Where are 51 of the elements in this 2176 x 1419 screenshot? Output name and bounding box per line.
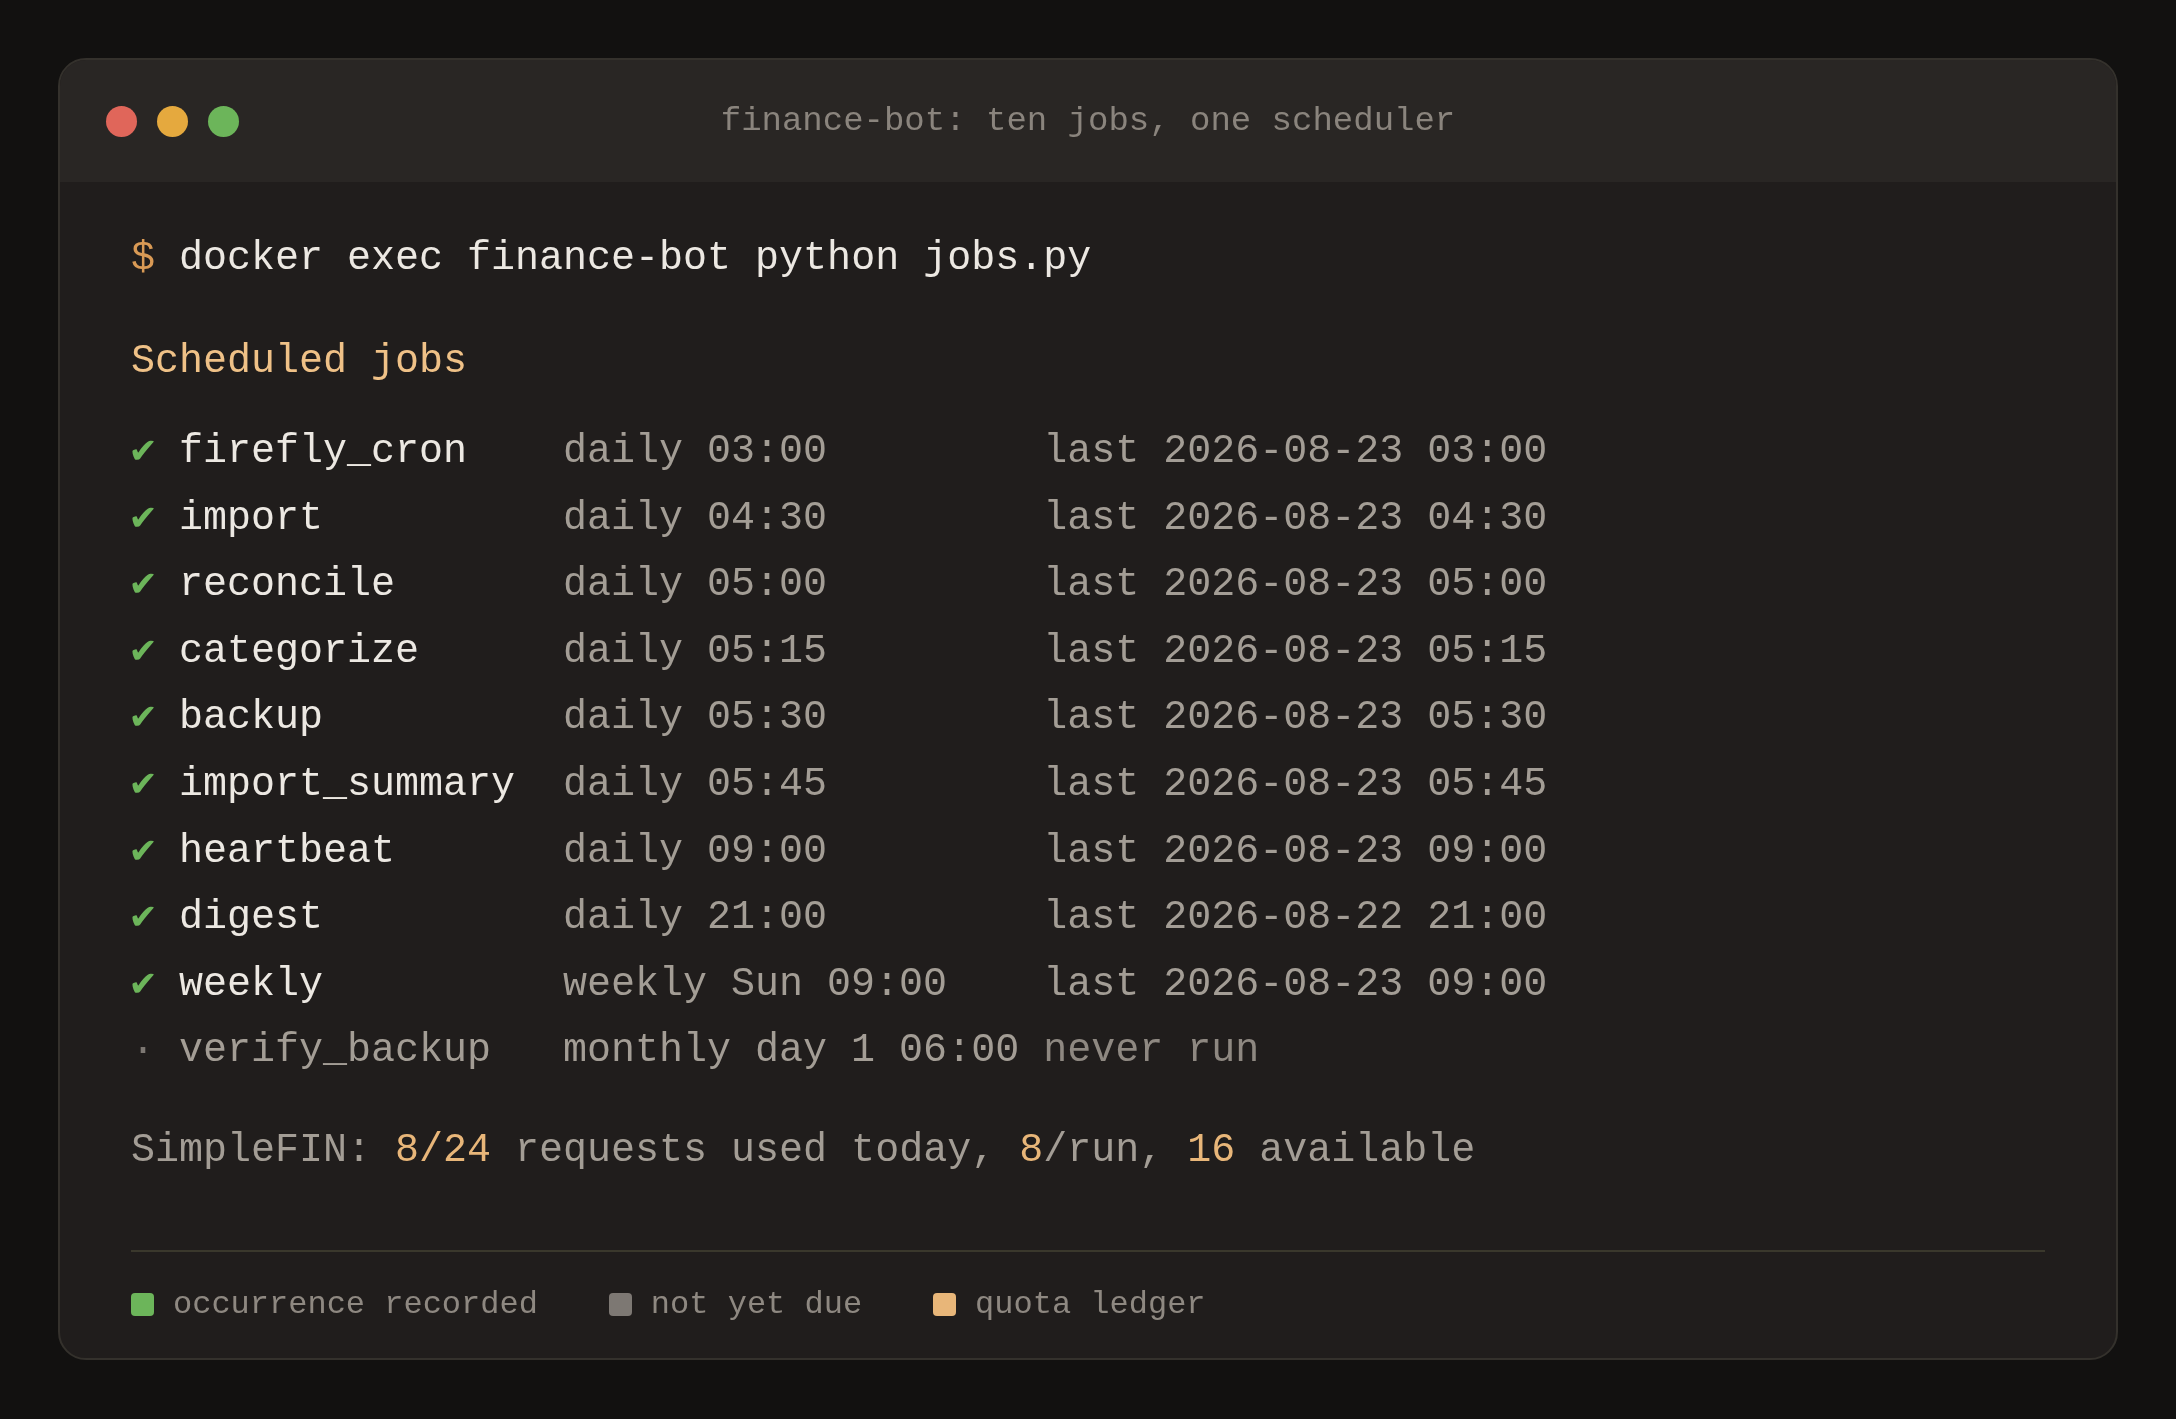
last-run: last 2026-08-23 05:30	[1043, 695, 1548, 741]
legend-label: quota ledger	[975, 1284, 1206, 1325]
last-run: last 2026-08-23 09:00	[1043, 828, 1548, 874]
job-schedule: daily 05:30	[563, 695, 828, 741]
job-name: verify_backup	[179, 1028, 492, 1074]
dot-icon: ·	[131, 1028, 155, 1074]
job-schedule: daily 21:00	[563, 895, 828, 941]
job-schedule: daily 04:30	[563, 495, 828, 541]
section-heading: Scheduled jobs	[131, 338, 468, 386]
legend-label: occurrence recorded	[173, 1284, 538, 1325]
minimize-button[interactable]	[157, 105, 188, 137]
job-schedule: daily 05:15	[563, 628, 828, 674]
last-run: last 2026-08-23 05:15	[1043, 628, 1548, 674]
job-schedule: weekly Sun 09:00	[563, 961, 948, 1007]
last-run: never run	[1043, 1028, 1260, 1074]
command-text: docker exec finance-bot python jobs.py	[179, 235, 1092, 283]
check-icon: ✔	[131, 695, 156, 741]
last-run: last 2026-08-23 09:00	[1043, 961, 1548, 1007]
job-name: backup	[179, 695, 324, 741]
job-schedule: daily 05:45	[563, 761, 828, 807]
job-name: import	[179, 495, 324, 541]
window-title: finance-bot: ten jobs, one scheduler	[720, 100, 1456, 142]
job-name: weekly	[179, 961, 324, 1007]
prompt-symbol: $	[131, 235, 155, 283]
quota-summary: SimpleFIN: 8/24 requests used today, 8/run, 16 available	[131, 1126, 1476, 1175]
last-run: last 2026-08-23 05:45	[1043, 761, 1548, 807]
check-icon: ✔	[131, 895, 156, 941]
check-icon: ✔	[131, 429, 156, 474]
last-run: last 2026-08-22 21:00	[1043, 895, 1548, 941]
maximize-button[interactable]	[208, 105, 239, 137]
check-icon: ✔	[131, 828, 156, 874]
check-icon: ✔	[131, 562, 156, 608]
job-name: import_summary	[179, 761, 516, 807]
job-name: digest	[179, 895, 324, 941]
check-icon: ✔	[131, 495, 156, 541]
job-schedule: daily 03:00	[563, 429, 828, 474]
last-run: last 2026-08-23 03:00	[1043, 429, 1548, 474]
check-icon: ✔	[131, 761, 156, 807]
job-name: heartbeat	[179, 828, 396, 874]
last-run: last 2026-08-23 04:30	[1043, 495, 1548, 541]
job-schedule: monthly day 1 06:00	[563, 1028, 1020, 1074]
job-name: reconcile	[179, 562, 396, 608]
job-name: categorize	[179, 628, 420, 674]
check-icon: ✔	[131, 628, 156, 674]
legend-label: not yet due	[650, 1284, 863, 1325]
job-name: firefly_cron	[179, 429, 468, 474]
job-schedule: daily 09:00	[563, 828, 828, 874]
job-schedule: daily 05:00	[563, 562, 828, 608]
last-run: last 2026-08-23 05:00	[1043, 562, 1548, 608]
close-button[interactable]	[106, 105, 137, 137]
check-icon: ✔	[131, 961, 156, 1007]
